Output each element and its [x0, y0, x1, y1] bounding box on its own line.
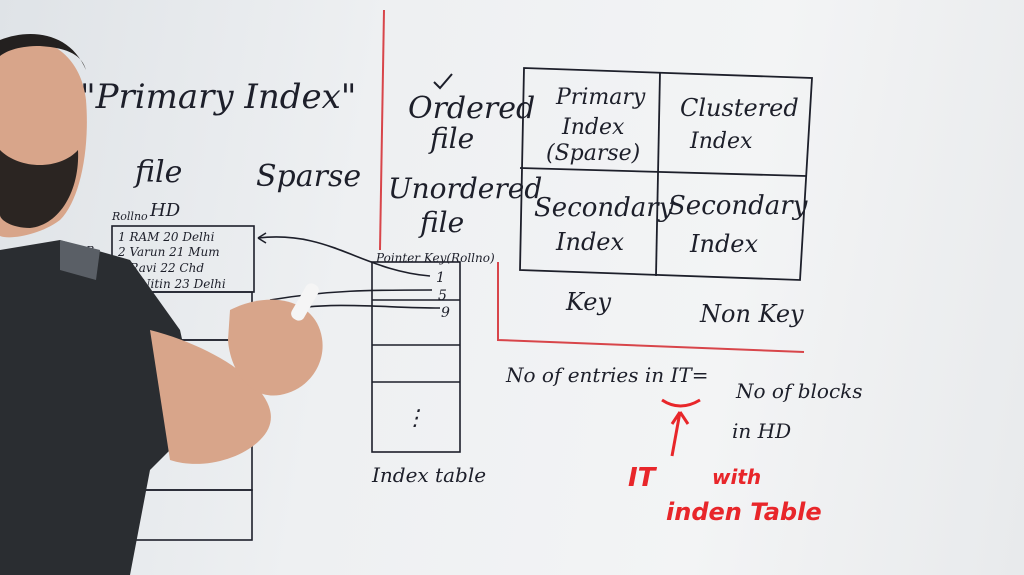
- title-text: "Primary Index": [80, 77, 356, 117]
- grid-secondary-2-index: Index: [689, 230, 759, 258]
- nonkey-label: Non Key: [699, 300, 804, 328]
- divider-line: [379, 9, 385, 251]
- grid-secondary-2: Secondary: [668, 191, 808, 221]
- index-table-red-label: inden Table: [666, 498, 822, 526]
- ordered-label: Ordered: [408, 91, 535, 126]
- index-key-1: 1: [436, 270, 445, 286]
- grid-secondary: Secondary: [534, 193, 674, 223]
- entries-text: No of entries in IT=: [505, 363, 709, 387]
- grid-clustered-index: Index: [689, 129, 753, 154]
- whiteboard-drawing: "Primary Index" file Sparse HD Rollno R,…: [0, 9, 863, 575]
- whiteboard: "Primary Index" file Sparse HD Rollno R,…: [0, 0, 1024, 575]
- ordered-file-label: file: [428, 122, 474, 155]
- in-hd-text: in HD: [732, 419, 791, 443]
- hd-label: HD: [149, 200, 181, 221]
- grid-primary: Primary: [555, 85, 646, 110]
- index-table-label: Index table: [371, 463, 486, 487]
- red-arrow-icon: [670, 411, 690, 457]
- rollno-label: Rollno: [111, 210, 148, 223]
- grid-sparse: (Sparse): [546, 141, 640, 166]
- scribble-text: with: [712, 465, 761, 489]
- index-dots: ⋮: [404, 406, 426, 431]
- red-brace-icon: [661, 398, 701, 408]
- grid-secondary-index: Index: [555, 228, 625, 256]
- record-row-2: 2 Varun 21 Mum: [117, 245, 220, 259]
- unordered-file-label: file: [418, 206, 464, 239]
- grid-clustered: Clustered: [680, 94, 799, 122]
- key-label: Key: [565, 288, 611, 316]
- blocks-text: No of blocks: [735, 379, 863, 403]
- index-key-9: 9: [441, 305, 450, 321]
- file-label: file: [133, 155, 182, 190]
- grid-primary-index: Index: [561, 115, 625, 140]
- sparse-label: Sparse: [256, 159, 361, 194]
- check-mark-icon: [433, 73, 453, 90]
- index-key-5: 5: [438, 288, 447, 304]
- record-row-4: Nitin 23 Delhi: [139, 277, 226, 291]
- unordered-label: Unordered: [388, 172, 542, 205]
- pointer-key-label: Pointer Key(Rollno): [375, 251, 495, 265]
- record-row-1: 1 RAM 20 Delhi: [118, 230, 215, 244]
- it-label: IT: [628, 463, 658, 493]
